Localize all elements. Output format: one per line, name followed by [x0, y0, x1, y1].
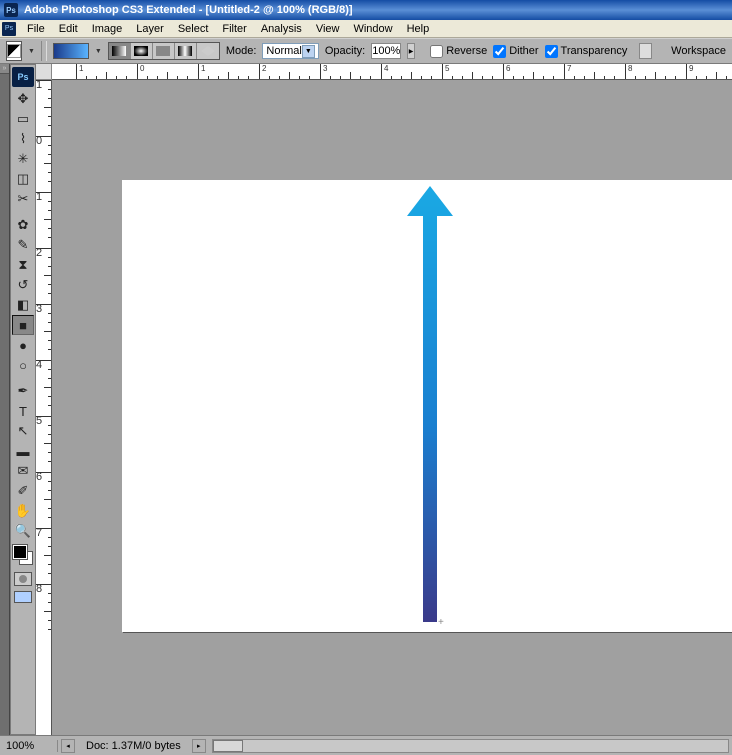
menu-view[interactable]: View [309, 21, 347, 37]
eyedropper-tool[interactable]: ✐ [12, 481, 34, 501]
workarea: » Ps ✥▭⌇✳◫✂ ✿✎⧗↺◧■●○ ✒T↖▬✉✐✋🔍 101234567891… [0, 64, 732, 735]
crop-tool[interactable]: ◫ [12, 169, 34, 189]
dropdown-arrow-icon: ▼ [302, 45, 315, 58]
document-canvas[interactable]: + [122, 180, 732, 632]
titlebar[interactable]: Ps Adobe Photoshop CS3 Extended - [Untit… [0, 0, 732, 20]
opacity-input[interactable]: 100% [371, 43, 401, 59]
shape-tool[interactable]: ▬ [12, 441, 34, 461]
pen-tool[interactable]: ✒ [12, 381, 34, 401]
gradient-type-group [108, 42, 220, 60]
gradient-diamond-button[interactable] [197, 43, 219, 59]
menu-help[interactable]: Help [400, 21, 437, 37]
blend-mode-value: Normal [266, 45, 301, 57]
document-system-icon[interactable]: Ps [2, 22, 16, 36]
blend-mode-select[interactable]: Normal ▼ [262, 43, 318, 59]
menu-analysis[interactable]: Analysis [254, 21, 309, 37]
gradient-reflected-button[interactable] [175, 43, 197, 59]
dock-strip[interactable]: » [0, 64, 10, 735]
tool-preset-arrow-icon[interactable]: ▼ [28, 48, 35, 55]
dock-expand-icon[interactable]: » [0, 64, 9, 74]
menu-edit[interactable]: Edit [52, 21, 85, 37]
quick-mask-toggle[interactable] [14, 572, 32, 586]
menu-layer[interactable]: Layer [129, 21, 171, 37]
window-title: Adobe Photoshop CS3 Extended - [Untitled… [24, 4, 353, 16]
status-flyout-left-icon[interactable]: ◂ [61, 739, 75, 753]
toolbox: Ps ✥▭⌇✳◫✂ ✿✎⧗↺◧■●○ ✒T↖▬✉✐✋🔍 [10, 64, 36, 735]
marquee-tool[interactable]: ▭ [12, 109, 34, 129]
brush-tool[interactable]: ✎ [12, 235, 34, 255]
status-flyout-right-icon[interactable]: ▸ [192, 739, 206, 753]
goto-bridge-icon[interactable] [639, 43, 652, 59]
ruler-origin[interactable] [36, 64, 52, 80]
horizontal-ruler[interactable]: 1012345678910 [52, 64, 732, 80]
clone-stamp-tool[interactable]: ⧗ [12, 255, 34, 275]
menubar: Ps File Edit Image Layer Select Filter A… [0, 20, 732, 38]
canvas-zone: 1012345678910 1012345678 [36, 64, 732, 735]
reverse-check-input[interactable] [430, 45, 443, 58]
healing-brush-tool[interactable]: ✿ [12, 215, 34, 235]
gradient-radial-button[interactable] [131, 43, 153, 59]
transparency-checkbox[interactable]: Transparency [545, 45, 628, 58]
slice-tool[interactable]: ✂ [12, 189, 34, 209]
transparency-check-input[interactable] [545, 45, 558, 58]
scroll-thumb[interactable] [213, 740, 243, 752]
toolbox-logo-icon[interactable]: Ps [12, 67, 34, 87]
screen-mode-toggle[interactable] [14, 591, 32, 603]
eraser-tool[interactable]: ◧ [12, 295, 34, 315]
app-logo-icon: Ps [4, 3, 18, 17]
history-brush-tool[interactable]: ↺ [12, 275, 34, 295]
workspace-label[interactable]: Workspace [671, 45, 726, 57]
notes-tool[interactable]: ✉ [12, 461, 34, 481]
horizontal-scrollbar[interactable] [212, 739, 729, 753]
gradient-tool[interactable]: ■ [12, 315, 34, 335]
gradient-picker[interactable] [53, 43, 89, 59]
lasso-tool[interactable]: ⌇ [12, 129, 34, 149]
magic-wand-tool[interactable]: ✳ [12, 149, 34, 169]
type-tool[interactable]: T [12, 401, 34, 421]
status-bar: 100% ◂ Doc: 1.37M/0 bytes ▸ [0, 735, 732, 755]
opacity-label: Opacity: [325, 45, 365, 57]
menu-filter[interactable]: Filter [215, 21, 253, 37]
hand-tool[interactable]: ✋ [12, 501, 34, 521]
tool-preset-picker[interactable] [6, 41, 22, 61]
opacity-flyout-arrow-icon[interactable]: ▶ [407, 43, 414, 59]
blur-tool[interactable]: ● [12, 335, 34, 355]
reverse-checkbox[interactable]: Reverse [430, 45, 487, 58]
dodge-tool[interactable]: ○ [12, 355, 34, 375]
menu-select[interactable]: Select [171, 21, 216, 37]
gradient-arrow-shape [405, 186, 455, 626]
color-swatches[interactable] [13, 545, 33, 565]
document-info[interactable]: Doc: 1.37M/0 bytes [78, 740, 189, 752]
gradient-end-crosshair-icon: + [438, 617, 444, 628]
mode-label: Mode: [226, 45, 257, 57]
zoom-tool[interactable]: 🔍 [12, 521, 34, 541]
menu-image[interactable]: Image [85, 21, 130, 37]
separator [41, 41, 47, 61]
menu-file[interactable]: File [20, 21, 52, 37]
canvas-viewport[interactable]: + [52, 80, 732, 735]
menu-window[interactable]: Window [346, 21, 399, 37]
move-tool[interactable]: ✥ [12, 89, 34, 109]
gradient-picker-arrow-icon[interactable]: ▼ [95, 48, 102, 55]
zoom-level-input[interactable]: 100% [0, 740, 58, 752]
path-selection-tool[interactable]: ↖ [12, 421, 34, 441]
dither-check-input[interactable] [493, 45, 506, 58]
dither-checkbox[interactable]: Dither [493, 45, 538, 58]
gradient-angle-button[interactable] [153, 43, 175, 59]
app-window: Ps Adobe Photoshop CS3 Extended - [Untit… [0, 0, 732, 755]
vertical-ruler[interactable]: 1012345678 [36, 80, 52, 735]
options-bar: ▼ ▼ Mode: Normal ▼ Opacity: 100% ▶ Rever… [0, 38, 732, 64]
foreground-color-swatch[interactable] [13, 545, 27, 559]
gradient-linear-button[interactable] [109, 43, 131, 59]
